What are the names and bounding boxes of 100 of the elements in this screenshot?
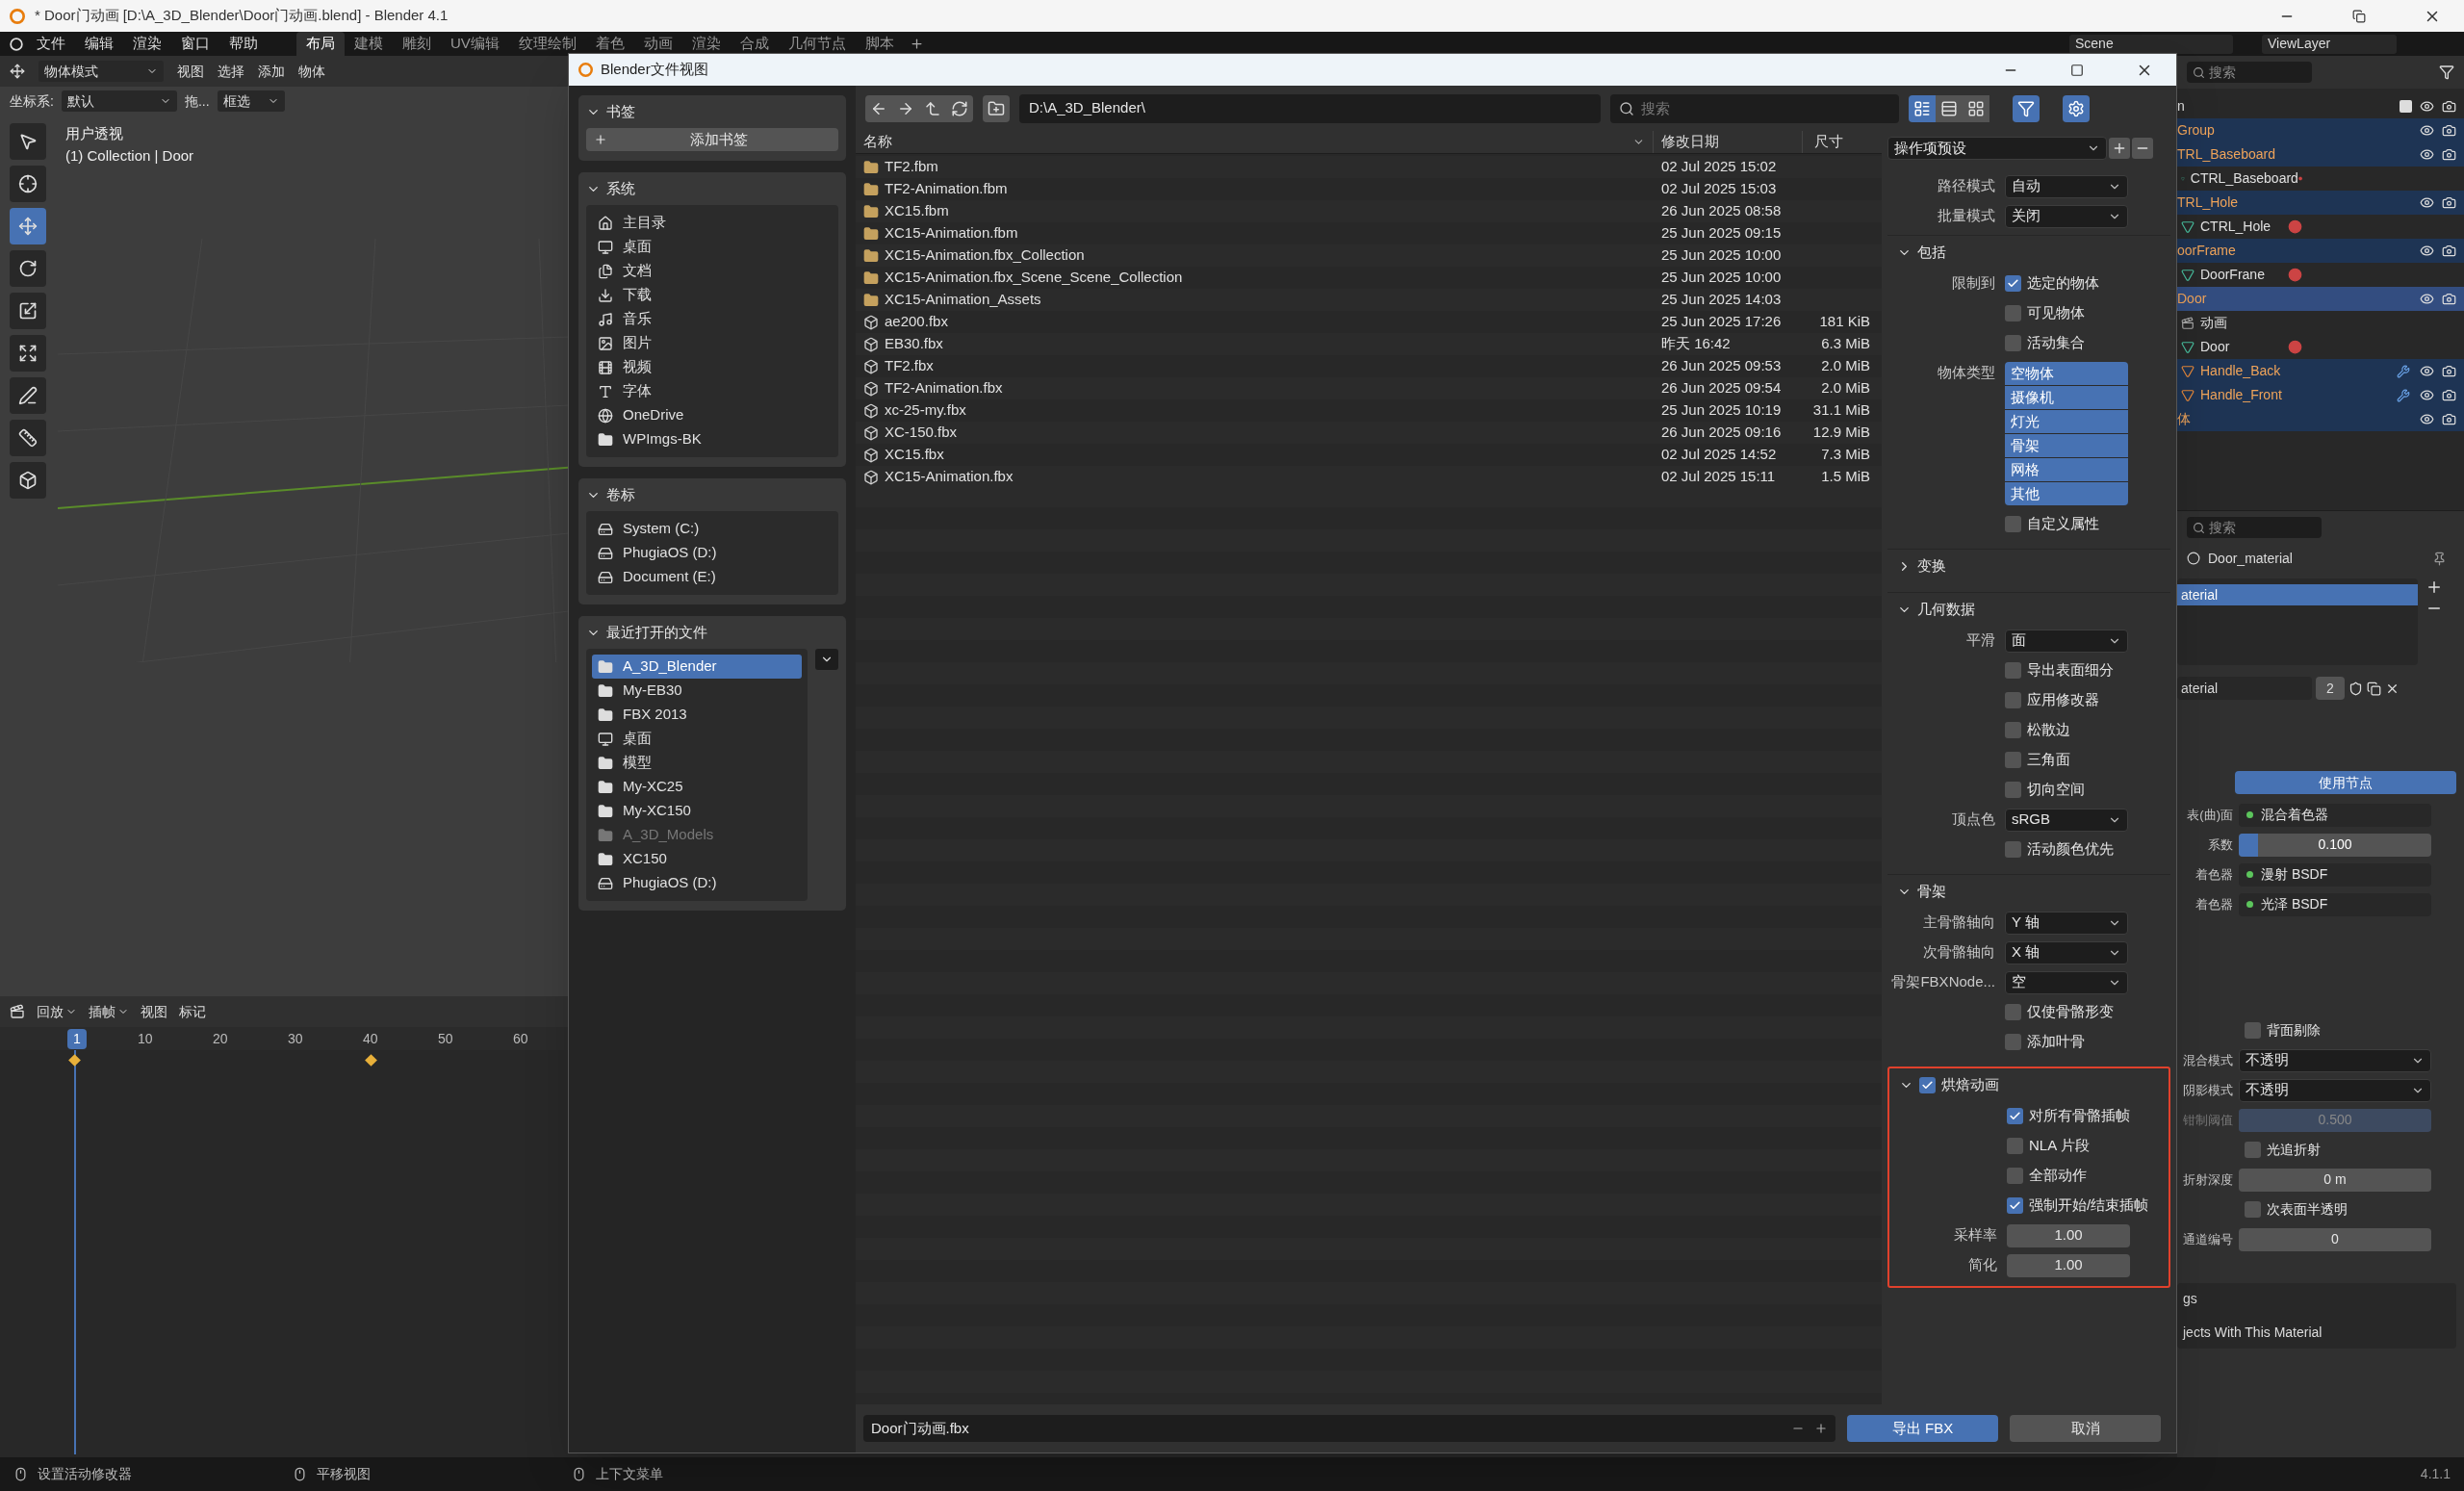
location-item[interactable]: My-XC150 [592,799,802,823]
workspace-tab[interactable]: 动画 [633,32,682,56]
column-header[interactable]: 名称 [863,131,892,153]
add-bookmark-button[interactable]: 添加书签 [586,128,838,151]
view-layer-field[interactable]: ViewLayer [2262,34,2397,54]
menu-item[interactable]: 窗口 [181,33,210,55]
dropdown[interactable]: 不透明 [2239,1048,2431,1072]
location-item[interactable]: XC150 [592,847,802,871]
checkbox[interactable] [2245,1142,2261,1158]
restore-icon[interactable] [2352,9,2366,23]
filter-icon[interactable] [2439,64,2454,80]
outliner-row[interactable]: CTRL_Baseboard [2177,167,2464,191]
dropdown[interactable]: 面 [2005,629,2128,653]
orientation-dropdown[interactable]: 默认 [61,90,177,112]
section-title[interactable]: 烘焙动画 [1941,1073,1999,1096]
file-name[interactable]: TF2-Animation.fbm [885,178,1008,200]
location-item[interactable]: Document (E:) [592,565,833,589]
location-item[interactable]: My-XC25 [592,775,802,799]
outliner-row[interactable]: 体 [2177,407,2464,431]
menu-item[interactable]: 回放 [37,1001,77,1022]
menu-item[interactable]: 渲染 [133,33,162,55]
location-item[interactable]: System (C:) [592,517,833,541]
checkbox[interactable] [2005,275,2021,292]
tool-button[interactable] [10,250,46,287]
file-name[interactable]: xc-25-my.fbx [885,399,966,422]
file-name[interactable]: XC15-Animation.fbx [885,466,1014,488]
camera-icon[interactable] [2442,364,2456,378]
camera-icon[interactable] [2442,99,2456,114]
search-field[interactable]: 搜索 [2187,517,2322,538]
outliner-row[interactable]: TRL_Hole [2177,191,2464,215]
tool-button[interactable] [10,420,46,456]
location-item[interactable]: 桌面 [592,727,802,751]
checkbox[interactable] [2005,752,2021,768]
camera-icon[interactable] [2442,195,2456,210]
dropdown[interactable]: 不透明 [2239,1078,2431,1102]
search-field[interactable]: 搜索 [1610,93,1899,123]
toggle-list-item[interactable]: 骨架 [2005,434,2128,457]
file-name[interactable]: XC15-Animation_Assets [885,289,1041,311]
checkbox[interactable] [2005,1004,2021,1020]
location-item[interactable]: PhugiaOS (D:) [592,541,833,565]
use-nodes-button[interactable]: 使用节点 [2235,771,2456,794]
eye-icon[interactable] [2420,412,2434,426]
keyframe-icon[interactable] [68,1054,81,1067]
eye-icon[interactable] [2420,147,2434,162]
camera-icon[interactable] [2442,412,2456,426]
location-item[interactable]: 桌面 [592,235,833,259]
pin-icon[interactable] [2432,551,2447,566]
workspace-tab[interactable]: 脚本 [855,32,904,56]
increment-icon[interactable] [1814,1422,1828,1435]
add-preset-icon[interactable] [2109,138,2130,159]
checkbox[interactable] [2245,1201,2261,1218]
section-title[interactable]: 几何数据 [1917,598,1975,621]
file-name[interactable]: EB30.fbx [885,333,943,355]
camera-icon[interactable] [2442,123,2456,138]
file-name[interactable]: XC15-Animation.fbx_Scene_Scene_Collection [885,267,1183,289]
checkbox[interactable] [2007,1197,2023,1214]
checkbox[interactable] [2005,335,2021,351]
workspace-tab[interactable]: 纹理绘制 [508,32,586,56]
tool-button[interactable] [10,377,46,414]
eye-icon[interactable] [2420,99,2434,114]
checkbox[interactable] [2005,516,2021,532]
menu-item[interactable]: 视图 [177,61,204,82]
toggle-list-item[interactable]: 空物体 [2005,362,2128,385]
outliner-row[interactable]: DoorFrane [2177,263,2464,287]
menu-item[interactable]: 选择 [218,61,244,82]
menu-item[interactable]: 视图 [141,1001,167,1022]
mode-dropdown[interactable]: 物体模式 [38,61,164,82]
checkbox[interactable] [2005,782,2021,798]
dropdown[interactable]: X 轴 [2005,940,2128,964]
toggle-list-item[interactable]: 灯光 [2005,410,2128,433]
location-item[interactable]: 下载 [592,283,833,307]
checkbox[interactable] [2005,722,2021,738]
file-name[interactable]: TF2.fbx [885,355,934,377]
eye-icon[interactable] [2420,292,2434,306]
material-slot[interactable]: aterial [2177,584,2418,605]
workspace-tab[interactable]: 渲染 [681,32,731,56]
outliner-row[interactable]: n [2177,94,2464,118]
file-name[interactable]: TF2.fbm [885,156,938,178]
checkbox[interactable] [2007,1138,2023,1154]
menu-item[interactable]: 标记 [179,1001,206,1022]
maximize-icon[interactable] [2070,63,2084,77]
menu-item[interactable]: 插帧 [89,1001,129,1022]
material-name-field[interactable]: aterial [2177,677,2312,700]
dropdown[interactable]: Y 轴 [2005,911,2128,935]
checkbox[interactable] [2005,841,2021,858]
tool-button[interactable] [10,123,46,160]
panel-title[interactable]: 系统 [606,177,635,200]
add-slot-icon[interactable] [2426,578,2443,596]
tool-button[interactable] [10,166,46,202]
eye-icon[interactable] [2420,244,2434,258]
camera-icon[interactable] [2442,292,2456,306]
file-name[interactable]: XC15.fbx [885,444,944,466]
outliner-row[interactable]: Group [2177,118,2464,142]
drag-label[interactable]: 拖... [184,90,210,112]
outliner-row[interactable]: Door [2177,287,2464,311]
outliner-row[interactable]: Handle_Front [2177,383,2464,407]
location-item[interactable]: 主目录 [592,211,833,235]
file-name[interactable]: TF2-Animation.fbx [885,377,1003,399]
location-item[interactable]: A_3D_Blender [592,655,802,679]
location-item[interactable]: My-EB30 [592,679,802,703]
